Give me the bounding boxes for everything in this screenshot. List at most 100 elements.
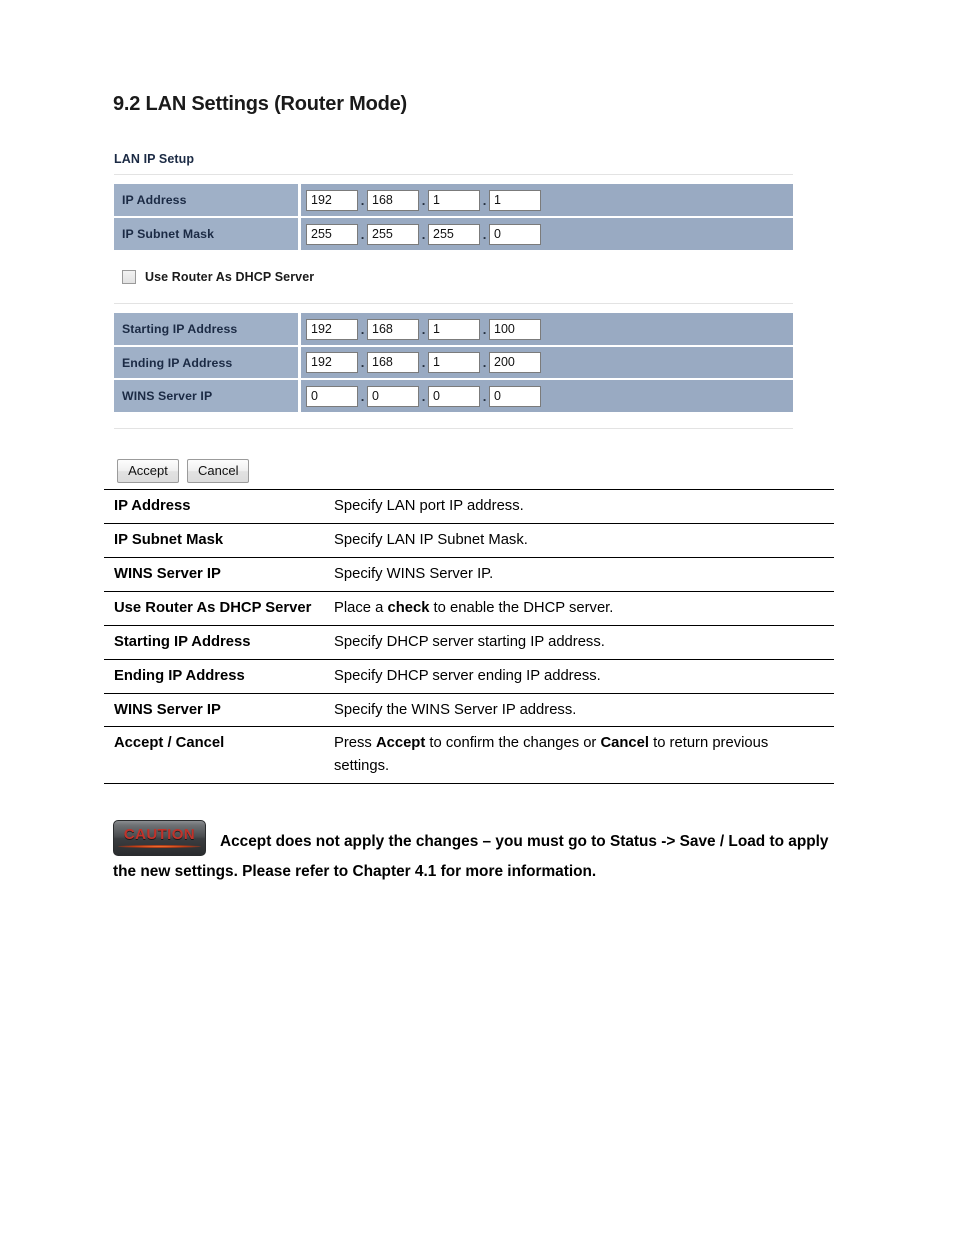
field-value-wins-server-ip: 0 . 0 . 0 . 0: [299, 379, 793, 412]
lan-ip-table-body: IP Address 192 . 168 . 1 . 1 IP Subnet M…: [114, 184, 793, 250]
table-row: IP Subnet Mask Specify LAN IP Subnet Mask…: [104, 522, 834, 558]
field-description: Specify LAN IP Subnet Mask.: [328, 522, 834, 558]
wins-server-ip-octet-2[interactable]: 0: [367, 385, 419, 407]
description-text: Specify LAN port IP address.: [334, 498, 524, 514]
dhcp-settings-table: Starting IP Address 192 . 168 . 1 . 100 …: [114, 313, 793, 412]
table-row: Use Router As DHCP Server Place a check t…: [104, 590, 834, 626]
subnet-mask-octet-3[interactable]: 255: [428, 223, 480, 245]
dhcp-server-checkbox-label: Use Router As DHCP Server: [145, 270, 315, 284]
description-text: Specify WINS Server IP.: [334, 565, 494, 582]
table-row: Starting IP Address 192 . 168 . 1 . 100: [114, 313, 793, 347]
ending-ip-octet-1[interactable]: 192: [306, 352, 358, 373]
ip-octet-group: 192 . 168 . 1 . 100: [306, 318, 793, 340]
field-term: IP Subnet Mask: [104, 522, 328, 558]
ip-separator-dot: .: [482, 192, 487, 208]
page-title: 9.2 LAN Settings (Router Mode): [113, 93, 408, 115]
field-term: WINS Server IP: [104, 692, 328, 727]
caution-note: CAUTION Accept does not apply the change…: [113, 818, 839, 887]
ip-address-octet-3[interactable]: 1: [428, 189, 480, 211]
field-term: Accept / Cancel: [104, 726, 328, 785]
description-text: Press: [334, 735, 376, 752]
button-bar: Accept Cancel: [114, 445, 793, 483]
ip-separator-dot: .: [360, 192, 365, 208]
table-row: IP Address 192 . 168 . 1 . 1: [114, 184, 793, 218]
ip-separator-dot: .: [360, 355, 365, 370]
ip-separator-dot: .: [421, 355, 426, 370]
subnet-mask-octet-4[interactable]: 0: [489, 223, 541, 245]
field-label-starting-ip-address: Starting IP Address: [114, 313, 301, 347]
dhcp-server-checkbox-row[interactable]: Use Router As DHCP Server: [114, 270, 793, 284]
ip-octet-group: 192 . 168 . 1 . 1: [306, 189, 793, 211]
ip-address-octet-4[interactable]: 1: [489, 189, 541, 211]
subnet-mask-octet-1[interactable]: 255: [306, 223, 358, 245]
starting-ip-octet-3[interactable]: 1: [428, 318, 480, 340]
field-description: Specify DHCP server ending IP address.: [328, 658, 834, 694]
field-description-table-body: IP Address Specify LAN port IP address. IP…: [104, 489, 834, 785]
starting-ip-octet-2[interactable]: 168: [367, 318, 419, 340]
field-description: Specify the WINS Server IP address.: [328, 692, 834, 727]
field-value-ip-address: 192 . 168 . 1 . 1: [299, 184, 793, 218]
field-term: IP Address: [104, 489, 328, 524]
starting-ip-octet-4[interactable]: 100: [489, 318, 541, 340]
ip-separator-dot: .: [482, 321, 487, 337]
emphasis-text: Accept: [375, 735, 426, 752]
field-label-wins-server-ip: WINS Server IP: [114, 379, 301, 412]
field-value-ip-subnet-mask: 255 . 255 . 255 . 0: [299, 217, 793, 250]
description-text: Specify the WINS Server IP address.: [334, 701, 577, 718]
wins-server-ip-octet-1[interactable]: 0: [306, 385, 358, 407]
ip-octet-group: 0 . 0 . 0 . 0: [306, 385, 793, 407]
ip-separator-dot: .: [482, 388, 487, 404]
table-row: Accept / Cancel Press Accept to confirm t…: [104, 726, 834, 785]
subnet-mask-octet-2[interactable]: 255: [367, 223, 419, 245]
dhcp-settings-table-body: Starting IP Address 192 . 168 . 1 . 100 …: [114, 313, 793, 412]
ip-separator-dot: .: [360, 321, 365, 337]
description-text: to confirm the changes or: [425, 735, 601, 752]
table-row: WINS Server IP 0 . 0 . 0 . 0: [114, 379, 793, 412]
ending-ip-octet-2[interactable]: 168: [367, 352, 419, 373]
emphasis-text: Cancel: [600, 735, 649, 752]
caution-body-text: Accept does not apply the changes – you …: [113, 833, 829, 881]
ip-octet-group: 192 . 168 . 1 . 200: [306, 352, 793, 373]
wins-server-ip-octet-3[interactable]: 0: [428, 385, 480, 407]
field-description: Place a check to enable the DHCP server.: [328, 590, 834, 626]
description-text: Specify DHCP server starting IP address.: [334, 633, 605, 650]
ending-ip-octet-3[interactable]: 1: [428, 352, 480, 373]
field-term: Ending IP Address: [104, 658, 328, 694]
field-label-ip-address: IP Address: [114, 184, 301, 218]
field-description: Specify DHCP server starting IP address.: [328, 624, 834, 660]
ip-separator-dot: .: [421, 226, 426, 242]
ip-separator-dot: .: [482, 355, 487, 370]
ip-separator-dot: .: [360, 226, 365, 242]
wins-server-ip-octet-4[interactable]: 0: [489, 385, 541, 407]
table-row: Ending IP Address 192 . 168 . 1 . 200: [114, 346, 793, 380]
emphasis-text: check: [387, 599, 430, 616]
caution-icon: CAUTION: [113, 820, 206, 856]
description-text: Specify DHCP server ending IP address.: [334, 667, 601, 684]
ip-separator-dot: .: [421, 321, 426, 337]
table-row: Ending IP Address Specify DHCP server end…: [104, 658, 834, 694]
ip-separator-dot: .: [482, 226, 487, 242]
table-row: WINS Server IP Specify WINS Server IP.: [104, 556, 834, 592]
ip-octet-group: 255 . 255 . 255 . 0: [306, 223, 793, 245]
field-term: Starting IP Address: [104, 624, 328, 660]
starting-ip-octet-1[interactable]: 192: [306, 318, 358, 340]
panel-divider-top: [114, 174, 793, 175]
field-description: Specify WINS Server IP.: [328, 556, 834, 592]
description-text: Specify LAN IP Subnet Mask.: [334, 531, 528, 548]
table-row: Starting IP Address Specify DHCP server s…: [104, 624, 834, 660]
cancel-button[interactable]: Cancel: [187, 459, 250, 483]
ip-address-octet-1[interactable]: 192: [306, 189, 358, 211]
table-row: IP Subnet Mask 255 . 255 . 255 . 0: [114, 217, 793, 250]
ending-ip-octet-4[interactable]: 200: [489, 352, 541, 373]
panel-divider-middle: [114, 303, 793, 304]
ip-address-octet-2[interactable]: 168: [367, 189, 419, 211]
field-value-ending-ip-address: 192 . 168 . 1 . 200: [299, 346, 793, 380]
accept-button[interactable]: Accept: [117, 459, 179, 483]
checkbox-icon[interactable]: [122, 270, 136, 284]
ip-separator-dot: .: [421, 388, 426, 404]
field-term: Use Router As DHCP Server: [104, 590, 328, 626]
field-term: WINS Server IP: [104, 556, 328, 592]
caution-badge-label: CAUTION: [123, 826, 196, 843]
field-description: Press Accept to confirm the changes or C…: [328, 726, 834, 785]
ip-separator-dot: .: [421, 192, 426, 208]
